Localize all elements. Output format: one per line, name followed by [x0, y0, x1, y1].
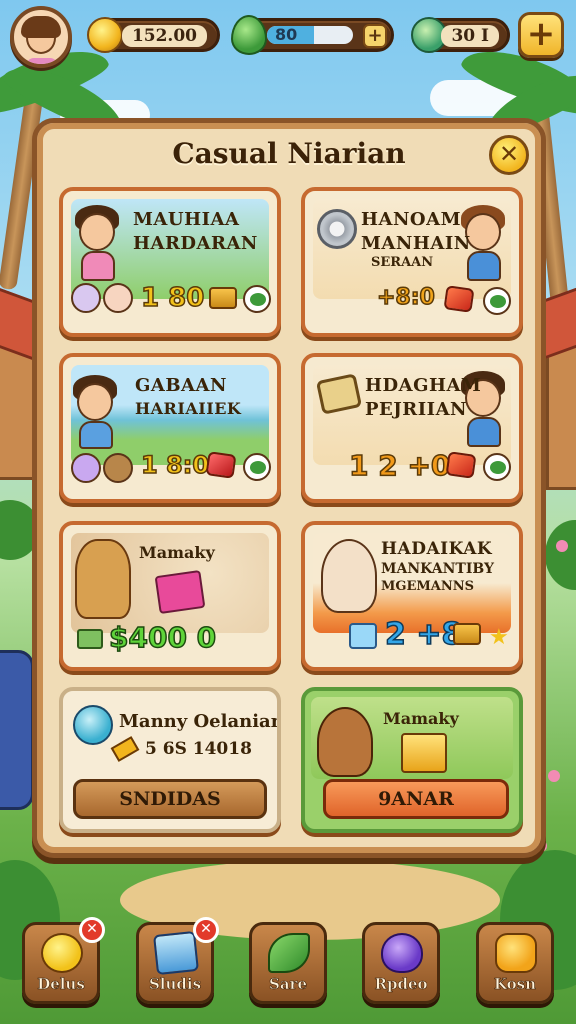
leaf-icon — [243, 285, 271, 313]
nav-button-sludis[interactable]: ✕ Sludis — [136, 917, 219, 1004]
chest-icon — [209, 287, 237, 309]
flower — [556, 540, 568, 552]
offer-card-5[interactable]: Mamaky $400 0 — [59, 521, 281, 671]
avatar-hair — [21, 16, 61, 38]
offer-card-8[interactable]: Mamaky 9ANAR — [301, 687, 523, 833]
top-bar: 152.00 80 + 30 I + — [0, 0, 576, 76]
card-subtitle: MANHAIN — [361, 233, 471, 254]
ruby-icon — [443, 285, 475, 313]
ruby-icon — [445, 451, 477, 479]
card-action-button[interactable]: 9ANAR — [323, 779, 509, 819]
ruby-icon — [205, 451, 237, 479]
card-title: HADAIKAK — [381, 539, 493, 559]
potion-icon — [381, 933, 423, 973]
machine — [0, 650, 34, 810]
offer-card-3[interactable]: GABAAN HARIAIIEK 1 8:0 — [59, 353, 281, 503]
chest-icon — [453, 623, 481, 645]
offer-card-4[interactable]: HDAGHAM PEJRIIAN 1 2 +0 — [301, 353, 523, 503]
card-tag: MGEMANNS — [381, 579, 475, 594]
gear-icon — [317, 209, 357, 249]
card-title: Manny Oelanian — [119, 711, 281, 732]
card-price: 1 80 — [140, 282, 205, 314]
friend-avatar — [103, 283, 133, 313]
coin-counter[interactable]: 152.00 — [87, 17, 220, 53]
card-title: Mamaky — [139, 543, 215, 562]
card-tag: SERAAN — [371, 255, 434, 270]
card-title: HDAGHAM — [365, 375, 482, 396]
panel-title: Casual Niarian — [172, 137, 406, 170]
card-price: 5 6S 14018 — [145, 739, 252, 759]
notification-badge: ✕ — [79, 917, 105, 943]
dog-character-icon — [75, 539, 131, 619]
nav-button-delus[interactable]: ✕ Delus — [22, 917, 105, 1004]
ice-block-icon — [349, 623, 377, 649]
coin-bag-icon — [41, 933, 83, 973]
leaf-icon — [483, 453, 511, 481]
card-price: 2 +8 — [384, 616, 463, 653]
card-subtitle: HARIAIIEK — [135, 399, 242, 418]
nav-button-kosn[interactable]: Kosn — [476, 922, 554, 1004]
gift-box-icon — [154, 569, 206, 615]
pet-avatar — [103, 453, 133, 483]
nav-label: Delus — [37, 975, 85, 994]
token-value: 30 I — [441, 25, 499, 47]
token-counter[interactable]: 30 I — [411, 17, 510, 53]
cash-icon — [77, 629, 103, 649]
card-title: Mamaky — [383, 709, 459, 728]
treasure-chest-icon — [401, 733, 447, 773]
player-avatar[interactable] — [10, 6, 72, 68]
nav-button-sare[interactable]: Sare — [249, 922, 327, 1004]
avatar-shirt — [26, 58, 58, 64]
add-energy-button[interactable]: + — [363, 24, 387, 48]
card-subtitle: PEJRIIAN — [365, 399, 467, 420]
flower — [548, 770, 560, 782]
card-price: $400 0 — [108, 620, 217, 655]
nav-label: Kosn — [493, 975, 537, 994]
bear-character-icon — [317, 707, 373, 777]
bush — [545, 520, 576, 590]
friend-avatar — [71, 453, 101, 483]
nav-label: Rpdeo — [374, 975, 428, 994]
card-title: MAUHIAA — [133, 209, 240, 230]
offer-card-6[interactable]: HADAIKAK MANKANTIBY MGEMANNS 2 +8 ★ — [301, 521, 523, 671]
leaf-icon — [243, 453, 271, 481]
card-title: GABAAN — [135, 375, 227, 396]
shop-panel: Casual Niarian ✕ MAUHIAA HARDARAN 1 80 H… — [32, 118, 546, 858]
box-icon — [153, 930, 199, 976]
leaf-icon — [268, 933, 310, 973]
offer-card-1[interactable]: MAUHIAA HARDARAN 1 80 — [59, 187, 281, 337]
star-icon: ★ — [489, 625, 509, 650]
add-currency-button[interactable]: + — [518, 12, 564, 58]
notification-badge: ✕ — [193, 917, 219, 943]
card-price: +8:0 — [376, 284, 435, 311]
bear-character-icon — [321, 539, 377, 613]
card-subtitle: HARDARAN — [133, 233, 258, 254]
nav-button-rpdeo[interactable]: Rpdeo — [362, 922, 440, 1004]
offer-card-2[interactable]: HANOAM MANHAIN SERAAN +8:0 — [301, 187, 523, 337]
card-action-button[interactable]: SNDIDAS — [73, 779, 267, 819]
energy-value: 80 — [275, 25, 298, 44]
badge-icon — [73, 705, 113, 745]
nav-label: Sludis — [148, 975, 202, 994]
nav-label: Sare — [269, 975, 308, 994]
card-price: 1 8:0 — [140, 450, 210, 480]
flower-badge-icon — [495, 933, 537, 973]
friend-avatar — [71, 283, 101, 313]
card-subtitle: MANKANTIBY — [381, 561, 494, 577]
coin-icon — [87, 17, 123, 53]
coin-value: 152.00 — [121, 25, 207, 47]
close-button[interactable]: ✕ — [489, 135, 529, 175]
offer-card-7[interactable]: Manny Oelanian 5 6S 14018 SNDIDAS — [59, 687, 281, 833]
key-icon — [110, 736, 140, 762]
energy-counter[interactable]: 80 + — [231, 15, 394, 55]
energy-gem-icon — [231, 15, 267, 55]
card-title: HANOAM — [361, 209, 461, 230]
card-price: 1 2 +0 — [348, 448, 451, 483]
leaf-icon — [483, 287, 511, 315]
